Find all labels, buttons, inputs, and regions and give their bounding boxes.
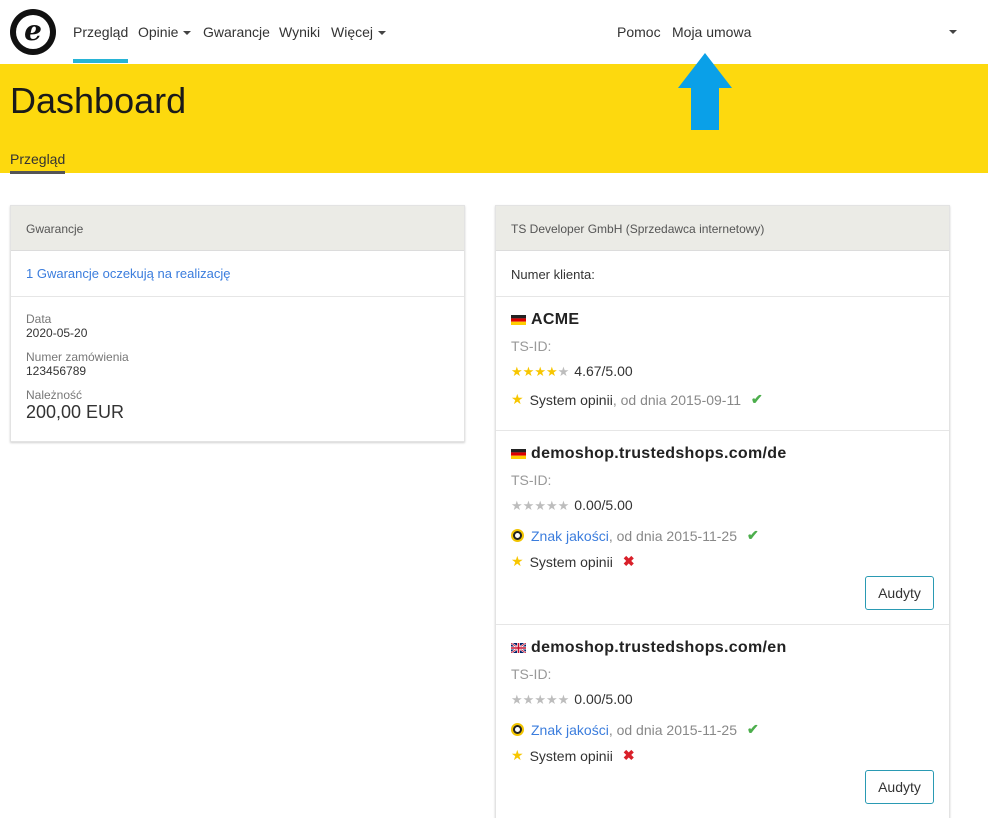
account-card: TS Developer GmbH (Sprzedawca internetow… [495, 205, 950, 818]
star-icon: ★ [511, 747, 524, 763]
star-icon: ★ [557, 497, 570, 513]
star-icon: ★ [534, 497, 546, 513]
up-arrow-icon [678, 53, 732, 130]
germany-flag-icon [511, 449, 526, 459]
star-icon: ★ [557, 691, 570, 707]
shop-panel: demoshop.trustedshops.com/en TS-ID: ★ ★ ★ ★… [496, 625, 949, 818]
seal-icon [511, 723, 524, 736]
guarantees-card: Gwarancje 1 Gwarancje oczekują na realiz… [10, 205, 465, 442]
rating-value: 0.00/5.00 [574, 691, 633, 707]
star-icon: ★ [534, 363, 546, 379]
shop-panel: demoshop.trustedshops.com/de TS-ID: ★ ★ ★ ★… [496, 431, 949, 625]
cross-icon: ✖ [622, 747, 635, 763]
page-title: Dashboard [10, 80, 187, 121]
tsid-label: TS-ID: [511, 666, 552, 682]
star-icon: ★ [522, 691, 535, 707]
audits-button[interactable]: Audyty [865, 576, 934, 610]
amount-value: 200,00 EUR [26, 402, 125, 422]
nav-item-guarantees[interactable]: Gwarancje [203, 24, 270, 40]
uk-flag-icon [511, 643, 526, 653]
cross-icon: ✖ [622, 553, 635, 569]
date-value: 2020-05-20 [26, 326, 88, 340]
customer-number-label: Numer klienta: [511, 267, 595, 282]
rating-stars: ★ ★ ★ ★ ★ [511, 693, 569, 706]
rating-value: 4.67/5.00 [574, 363, 633, 379]
star-icon: ★ [522, 497, 535, 513]
star-icon: ★ [511, 363, 523, 379]
seal-icon [511, 529, 524, 542]
audits-button[interactable]: Audyty [865, 770, 934, 804]
shop-panel: ACME TS-ID: ★ ★ ★ ★ ★ 4.67/5.00 ★ System opi… [496, 297, 949, 431]
seal-since: , od dnia 2015-11-25 [608, 527, 737, 544]
nav-item-results[interactable]: Wyniki [279, 24, 320, 40]
quality-seal-link[interactable]: Znak jakości [531, 722, 609, 738]
rating-stars: ★ ★ ★ ★ ★ [511, 365, 569, 378]
tsid-label: TS-ID: [511, 338, 552, 354]
star-icon: ★ [557, 363, 570, 379]
subtab-overview[interactable]: Przegląd [10, 151, 66, 174]
review-system-label: System opinii [529, 747, 613, 764]
nav-item-overview[interactable]: Przegląd [73, 24, 129, 63]
order-number-label: Numer zamówienia [26, 350, 129, 364]
pending-guarantees-link[interactable]: 1 Gwarancje oczekują na realizację [26, 266, 231, 281]
order-number-value: 123456789 [26, 364, 87, 378]
seal-since: , od dnia 2015-11-25 [608, 721, 737, 738]
top-navbar: e Przegląd Opinie Gwarancje Wyniki Więce… [0, 0, 988, 64]
star-icon: ★ [511, 497, 523, 513]
date-label: Data [26, 312, 52, 326]
quality-seal-link[interactable]: Znak jakości [531, 528, 609, 544]
tsid-label: TS-ID: [511, 472, 552, 488]
page-header: Dashboard Przegląd [0, 64, 988, 174]
check-icon: ✔ [751, 391, 763, 407]
trusted-shops-logo[interactable]: e [10, 9, 56, 55]
star-icon: ★ [511, 391, 524, 407]
germany-flag-icon [511, 315, 526, 325]
rating-stars: ★ ★ ★ ★ ★ [511, 499, 569, 512]
star-icon: ★ [534, 691, 546, 707]
shop-name: demoshop.trustedshops.com/en [531, 639, 787, 656]
star-icon: ★ [511, 553, 524, 569]
nav-help-link[interactable]: Pomoc [617, 24, 661, 40]
chevron-down-icon [378, 31, 387, 36]
shop-name: demoshop.trustedshops.com/de [531, 445, 787, 462]
nav-item-reviews[interactable]: Opinie [138, 24, 192, 40]
user-menu-chevron-icon[interactable] [949, 30, 957, 34]
star-icon: ★ [545, 363, 558, 379]
nav-item-more[interactable]: Więcej [331, 24, 387, 40]
chevron-down-icon [183, 31, 192, 36]
check-icon: ✔ [747, 527, 759, 543]
shop-name: ACME [531, 311, 580, 328]
check-icon: ✔ [747, 721, 759, 737]
review-system-label: System opinii [529, 553, 613, 570]
star-icon: ★ [522, 363, 535, 379]
star-icon: ★ [511, 691, 523, 707]
review-system-label: System opinii [529, 391, 613, 408]
nav-my-contract-link[interactable]: Moja umowa [672, 24, 751, 40]
rating-value: 0.00/5.00 [574, 497, 633, 513]
guarantees-card-title: Gwarancje [11, 206, 464, 251]
amount-label: Należność [26, 388, 83, 402]
review-since: , od dnia 2015-09-11 [612, 391, 742, 408]
star-icon: ★ [545, 497, 558, 513]
star-icon: ★ [545, 691, 558, 707]
account-card-title: TS Developer GmbH (Sprzedawca internetow… [496, 206, 949, 251]
